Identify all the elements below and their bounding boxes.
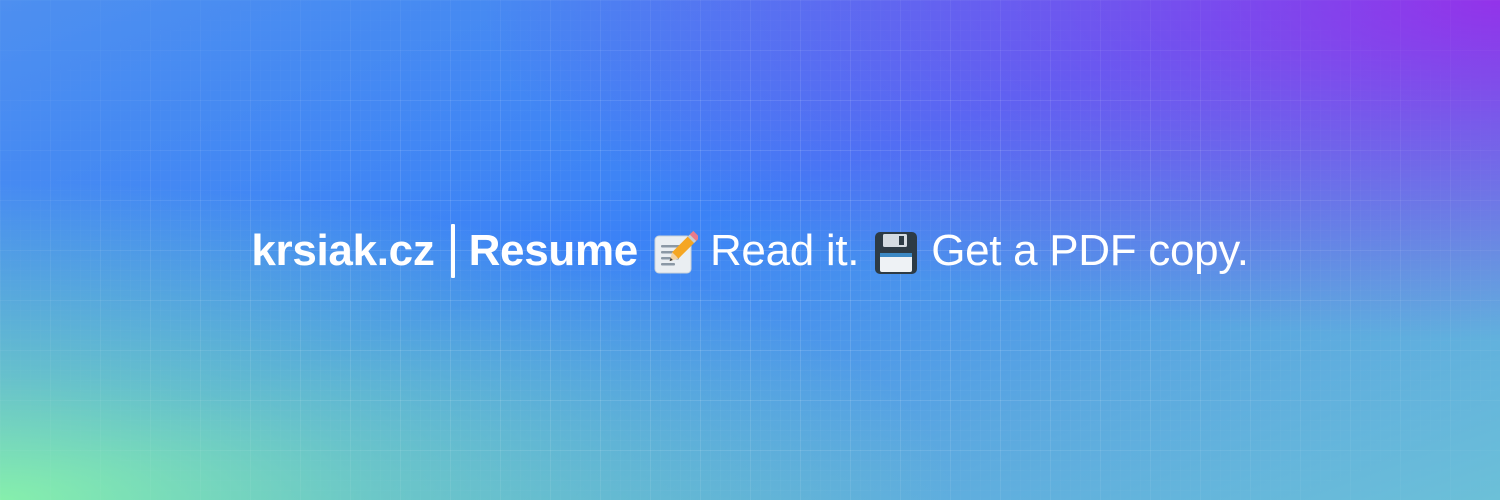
banner: krsiak.cz Resume Read it. Get a PDF copy…	[0, 0, 1500, 500]
tagline: krsiak.cz Resume Read it. Get a PDF copy…	[0, 218, 1500, 284]
read-text: Read it.	[709, 226, 860, 275]
pdf-text: Get a PDF copy.	[931, 226, 1249, 275]
site-name: krsiak.cz	[251, 226, 435, 275]
page-name: Resume	[468, 226, 639, 275]
divider	[450, 224, 455, 278]
memo-icon	[652, 230, 698, 276]
floppy-disk-icon	[873, 230, 919, 276]
